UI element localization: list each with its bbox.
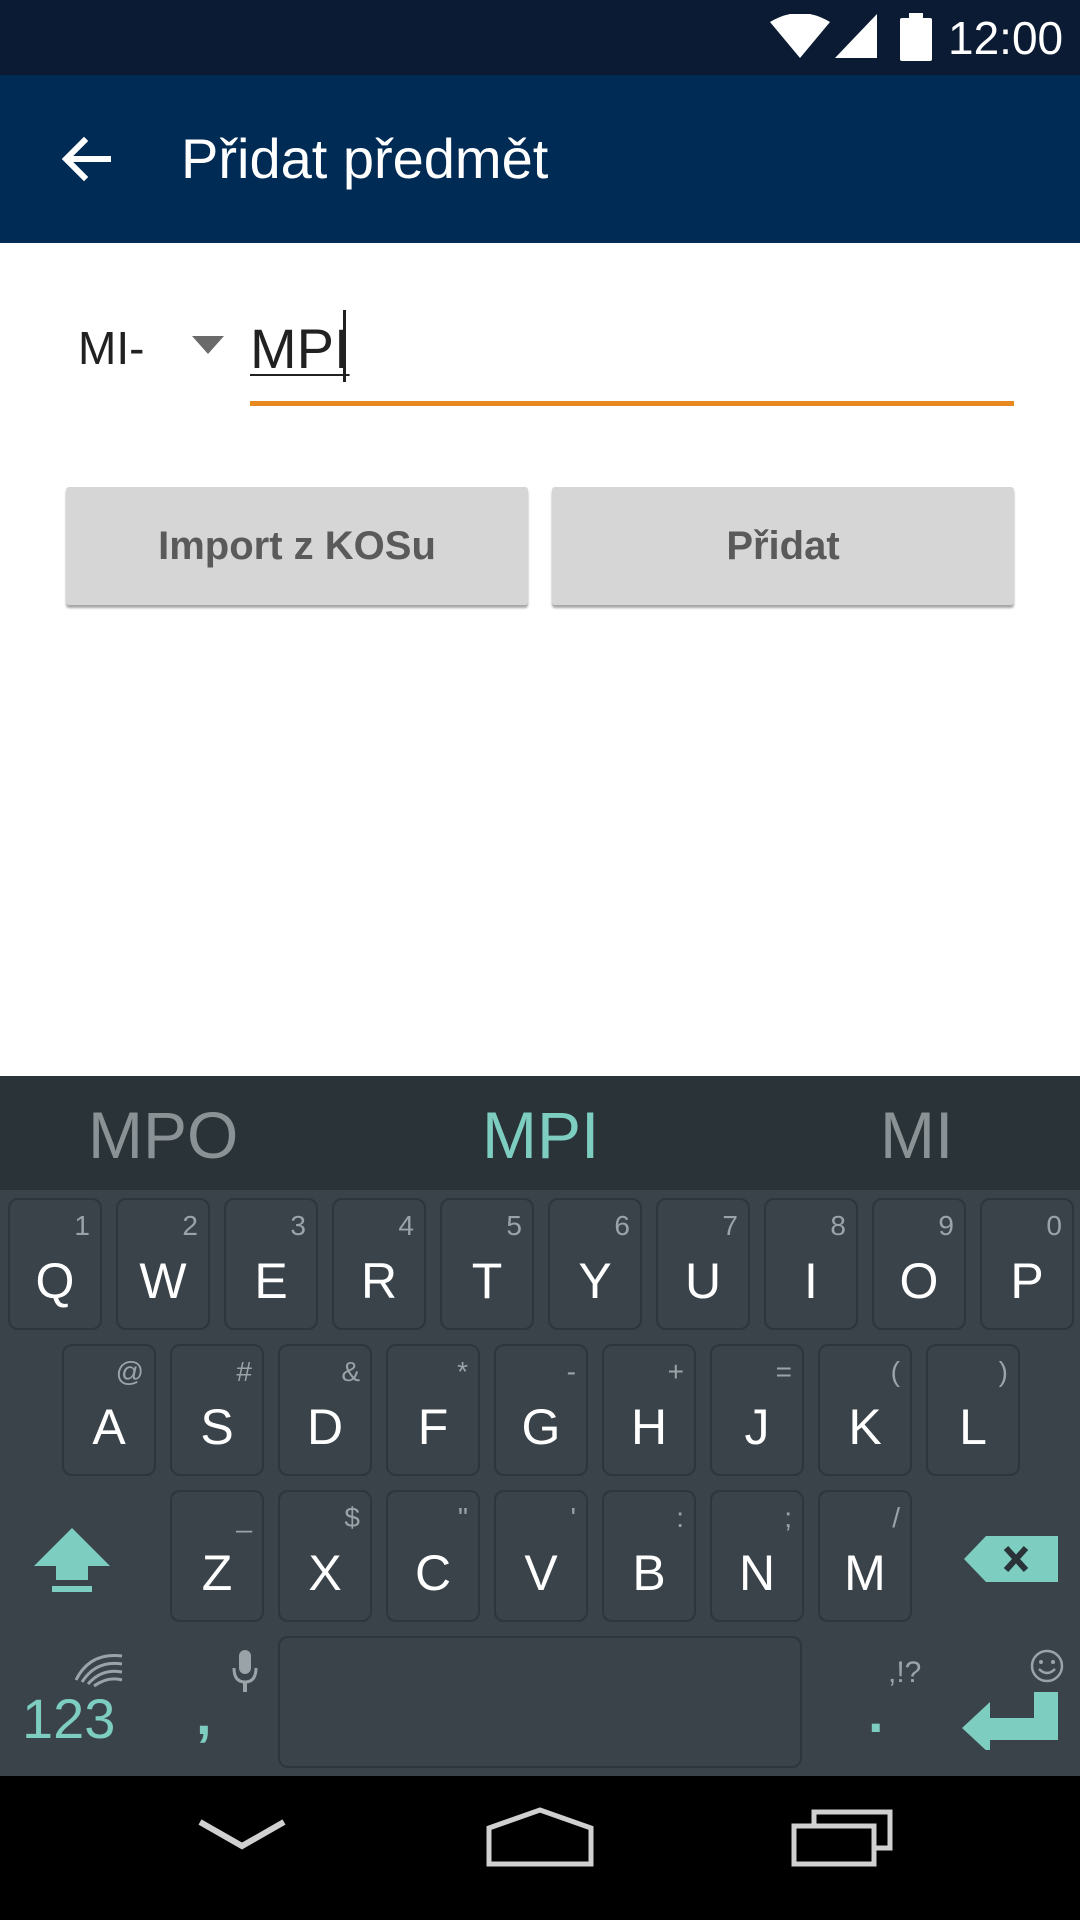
subject-code-value: MPI xyxy=(250,317,350,380)
key[interactable]: + H xyxy=(602,1344,696,1476)
enter-icon[interactable] xyxy=(962,1690,1058,1750)
key[interactable]: :B xyxy=(602,1490,696,1622)
page-title: Přidat předmět xyxy=(181,127,549,190)
key[interactable]: (K xyxy=(818,1344,912,1476)
text-cursor xyxy=(343,310,346,382)
navigation-bar xyxy=(0,1776,1080,1920)
wifi-icon xyxy=(770,14,830,58)
suggestion-item[interactable]: MPO xyxy=(88,1098,238,1172)
key[interactable]: 9O xyxy=(872,1198,966,1330)
back-arrow-icon[interactable] xyxy=(56,129,116,189)
comma-key[interactable]: , xyxy=(196,1682,212,1747)
key[interactable]: 2W xyxy=(116,1198,210,1330)
key[interactable]: 7U xyxy=(656,1198,750,1330)
battery-icon xyxy=(900,13,932,61)
prefix-dropdown[interactable]: MI- xyxy=(78,320,144,376)
key[interactable]: @ A xyxy=(62,1344,156,1476)
key[interactable]: $ X xyxy=(278,1490,372,1622)
keyboard: MPO MPI MI 1Q 2W 3E 4R 5T 6Y 7U 8I 9O 0P… xyxy=(0,1076,1080,1776)
key[interactable]: 8I xyxy=(764,1198,858,1330)
key[interactable]: # S xyxy=(170,1344,264,1476)
key[interactable]: -G xyxy=(494,1344,588,1476)
backspace-icon[interactable] xyxy=(964,1536,1058,1582)
key[interactable]: 1Q xyxy=(8,1198,102,1330)
app-bar: Přidat předmět xyxy=(0,75,1080,243)
key[interactable]: 3E xyxy=(224,1198,318,1330)
key[interactable]: 0P xyxy=(980,1198,1074,1330)
key[interactable]: / M xyxy=(818,1490,912,1622)
import-kos-button[interactable]: Import z KOSu xyxy=(66,487,528,605)
key[interactable]: ' V xyxy=(494,1490,588,1622)
status-time: 12:00 xyxy=(948,12,1064,64)
key[interactable]: 5T xyxy=(440,1198,534,1330)
suggestion-item[interactable]: MI xyxy=(880,1098,953,1172)
punctuation-hint: ,!? xyxy=(888,1656,922,1689)
key[interactable]: = J xyxy=(710,1344,804,1476)
key[interactable]: " C xyxy=(386,1490,480,1622)
smiley-icon[interactable] xyxy=(1030,1649,1064,1683)
space-bar[interactable] xyxy=(278,1636,802,1768)
key[interactable]: ) L xyxy=(926,1344,1020,1476)
dropdown-arrow-icon[interactable] xyxy=(192,336,224,354)
key[interactable]: & D xyxy=(278,1344,372,1476)
subject-code-input[interactable]: MPI xyxy=(250,300,1014,406)
period-key[interactable]: . xyxy=(868,1680,884,1745)
status-bar: 12:00 xyxy=(0,0,1080,75)
key[interactable]: ; N xyxy=(710,1490,804,1622)
swiftkey-logo-icon xyxy=(74,1654,123,1688)
nav-home-icon[interactable] xyxy=(485,1806,595,1868)
key[interactable]: 4R xyxy=(332,1198,426,1330)
nav-back-icon[interactable] xyxy=(196,1816,288,1856)
numbers-key[interactable]: 123 xyxy=(22,1688,115,1750)
key[interactable]: _ Z xyxy=(170,1490,264,1622)
key[interactable]: * F xyxy=(386,1344,480,1476)
suggestion-item-selected[interactable]: MPI xyxy=(482,1098,599,1172)
shift-icon[interactable] xyxy=(32,1524,112,1594)
signal-icon xyxy=(835,14,877,58)
suggestion-bar: MPO MPI MI xyxy=(0,1076,1080,1190)
key[interactable]: 6Y xyxy=(548,1198,642,1330)
add-button[interactable]: Přidat xyxy=(552,487,1014,605)
microphone-icon[interactable] xyxy=(232,1650,258,1694)
nav-recents-icon[interactable] xyxy=(790,1806,894,1868)
